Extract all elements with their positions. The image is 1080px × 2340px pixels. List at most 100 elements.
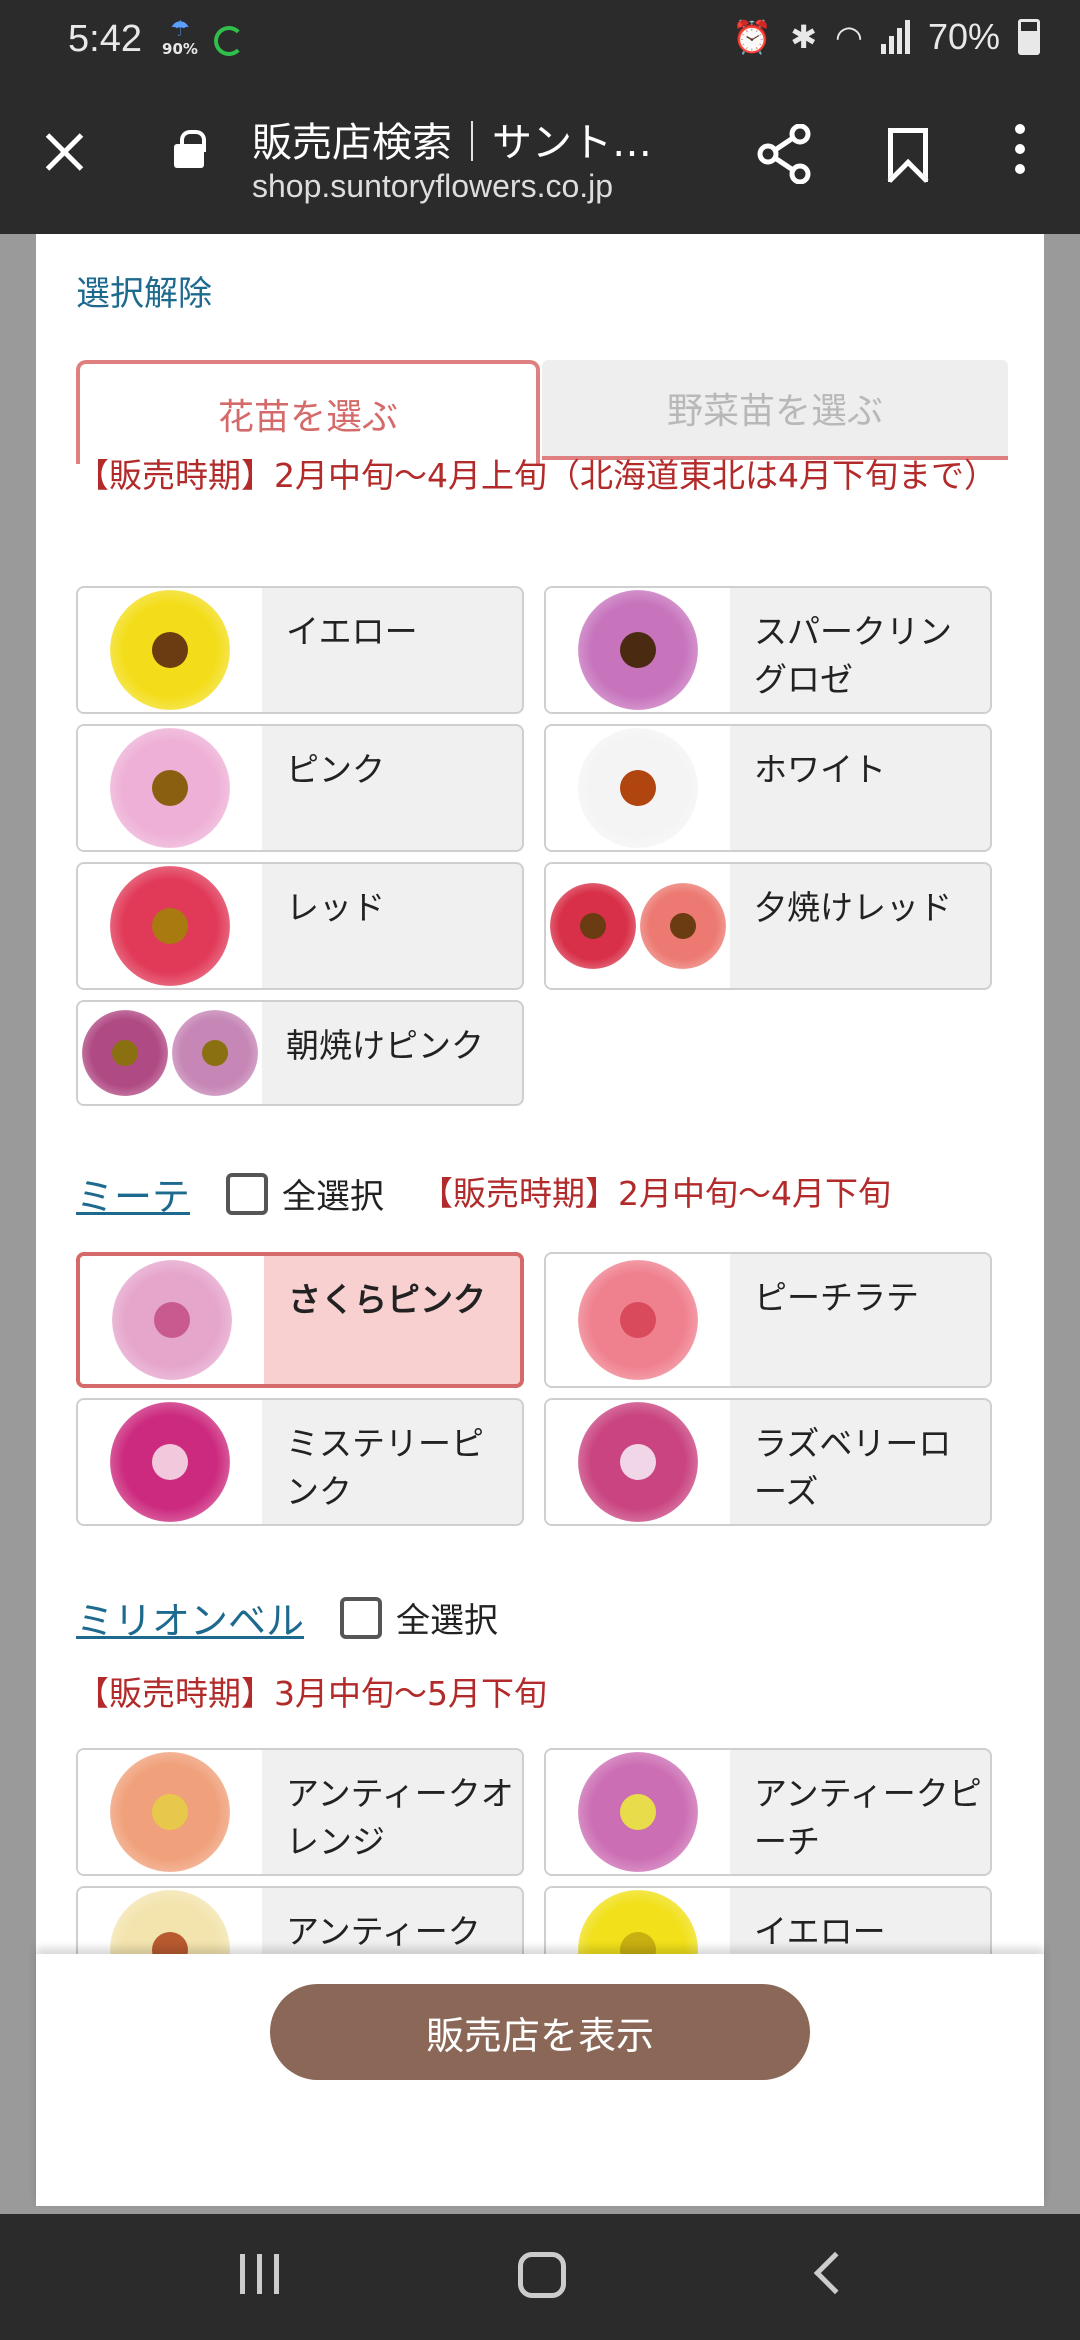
page-title[interactable]: 販売店検索｜サント… <box>252 110 652 168</box>
flower-bloom-icon <box>578 728 698 848</box>
home-icon[interactable] <box>518 2252 566 2298</box>
weather-percent: 90% <box>162 40 198 58</box>
miite-link[interactable]: ミーテ <box>76 1166 190 1221</box>
million-bells-select-all-label[interactable]: 全選択 <box>396 1593 498 1642</box>
flower-name: ラズベリーローズ <box>754 1424 952 1511</box>
million-bells-header: ミリオンベル 全選択 <box>76 1590 534 1645</box>
flower-option[interactable]: ピンク <box>76 724 524 852</box>
bookmark-icon[interactable] <box>888 128 928 182</box>
flower-image <box>78 864 262 988</box>
bluetooth-icon: ✱ <box>790 19 818 55</box>
flower-name: イエロー <box>754 1912 886 1951</box>
flower-bloom-icon <box>578 1260 698 1380</box>
show-stores-button[interactable]: 販売店を表示 <box>270 1984 810 2080</box>
flower-bloom-icon <box>640 883 726 969</box>
weather-icon: ☂ 90% <box>160 19 200 62</box>
page-domain[interactable]: shop.suntoryflowers.co.jp <box>252 168 613 205</box>
wifi-icon: ◠ <box>835 19 863 55</box>
million-bells-link[interactable]: ミリオンベル <box>76 1590 304 1645</box>
flower-bloom-icon <box>578 1752 698 1872</box>
flower-image <box>78 726 262 850</box>
flower-bloom-icon <box>110 590 230 710</box>
miite-sales-period: 【販売時期】2月中旬〜4月下旬 <box>420 1173 892 1213</box>
more-menu-icon[interactable] <box>1010 124 1030 184</box>
signal-icon <box>880 20 910 54</box>
flower-bloom-icon <box>82 1010 168 1096</box>
close-icon[interactable] <box>40 128 88 176</box>
million-bells-select-all-checkbox[interactable] <box>340 1596 383 1639</box>
flower-name: アンティーク <box>286 1912 481 1951</box>
flower-bloom-icon <box>172 1010 258 1096</box>
flower-name: 夕焼けレッド <box>754 888 952 927</box>
flower-name: アンティークピーチ <box>754 1774 982 1861</box>
alarm-icon: ⏰ <box>732 19 773 55</box>
flower-name: さくらピンク <box>288 1280 486 1319</box>
million-bells-sales-period: 【販売時期】3月中旬〜5月下旬 <box>76 1674 547 1713</box>
tab-flower-seedlings[interactable]: 花苗を選ぶ <box>76 360 540 464</box>
flower-image <box>546 588 730 712</box>
flower-bloom-icon <box>112 1260 232 1380</box>
miite-header: ミーテ 全選択 【販売時期】2月中旬〜4月下旬 <box>76 1166 891 1221</box>
sync-icon <box>214 26 244 56</box>
flower-option[interactable]: ホワイト <box>544 724 992 852</box>
flower-image <box>546 1254 730 1386</box>
flower-bloom-icon <box>110 866 230 986</box>
browser-toolbar: 販売店検索｜サント… shop.suntoryflowers.co.jp <box>0 84 1080 234</box>
share-icon[interactable] <box>756 124 812 184</box>
flower-image <box>546 1400 730 1524</box>
flower-bloom-icon <box>110 1752 230 1872</box>
flower-image <box>78 588 262 712</box>
flower-option[interactable]: 夕焼けレッド <box>544 862 992 990</box>
flower-image <box>546 1750 730 1874</box>
flower-option[interactable]: スパークリングロゼ <box>544 586 992 714</box>
flower-option[interactable]: ミステリーピンク <box>76 1398 524 1526</box>
backdrop-left <box>0 234 36 2206</box>
flower-option[interactable]: さくらピンク <box>76 1252 524 1388</box>
flower-option[interactable]: ラズベリーローズ <box>544 1398 992 1526</box>
flower-bloom-icon <box>578 590 698 710</box>
clock: 5:42 <box>68 18 142 60</box>
flower-name: ピーチラテ <box>754 1278 919 1317</box>
flower-bloom-icon <box>110 728 230 848</box>
flower-name: 朝焼けピンク <box>286 1026 484 1065</box>
navigation-bar <box>0 2214 1080 2340</box>
category-tabs: 花苗を選ぶ 野菜苗を選ぶ <box>76 360 1008 464</box>
sales-period: 【販売時期】2月中旬〜4月上旬（北海道東北は4月下旬まで） <box>76 456 997 495</box>
flower-option[interactable]: 朝焼けピンク <box>76 1000 524 1106</box>
flower-name: イエロー <box>286 612 418 651</box>
flower-bloom-icon <box>110 1402 230 1522</box>
filter-modal: 選択解除 花苗を選ぶ 野菜苗を選ぶ 【販売時期】2月中旬〜4月上旬（北海道東北は… <box>36 234 1044 2206</box>
backdrop-right <box>1044 234 1080 2206</box>
recent-apps-icon[interactable] <box>240 2254 279 2294</box>
battery-percent: 70% <box>927 16 1000 57</box>
flower-image <box>78 1750 262 1874</box>
bottom-action-area: 販売店を表示 <box>36 1954 1044 2206</box>
flower-name: ピンク <box>286 750 385 789</box>
flower-name: レッド <box>286 888 385 927</box>
tab-vegetable-seedlings[interactable]: 野菜苗を選ぶ <box>542 360 1008 460</box>
back-icon[interactable] <box>813 2251 857 2295</box>
flower-option[interactable]: アンティークピーチ <box>544 1748 992 1876</box>
flower-name: ホワイト <box>754 750 886 789</box>
status-icons: ⏰ ✱ ◠ 70% <box>732 16 1040 58</box>
flower-image <box>546 864 730 988</box>
flower-name: ミステリーピンク <box>286 1424 484 1511</box>
flower-name: アンティークオレンジ <box>286 1774 514 1861</box>
lock-icon[interactable] <box>174 130 206 168</box>
flower-option[interactable]: ピーチラテ <box>544 1252 992 1388</box>
deselect-link[interactable]: 選択解除 <box>76 266 212 315</box>
flower-option[interactable]: アンティークオレンジ <box>76 1748 524 1876</box>
flower-bloom-icon <box>578 1402 698 1522</box>
flower-image <box>78 1400 262 1524</box>
miite-select-all-label[interactable]: 全選択 <box>282 1169 384 1218</box>
flower-bloom-icon <box>550 883 636 969</box>
status-bar: 5:42 ☂ 90% ⏰ ✱ ◠ 70% <box>0 0 1080 84</box>
flower-name: スパークリングロゼ <box>754 612 952 699</box>
flower-option[interactable]: イエロー <box>76 586 524 714</box>
battery-icon <box>1018 19 1040 55</box>
flower-image <box>78 1002 262 1104</box>
miite-select-all-checkbox[interactable] <box>226 1172 269 1215</box>
flower-image <box>80 1256 264 1384</box>
flower-image <box>546 726 730 850</box>
flower-option[interactable]: レッド <box>76 862 524 990</box>
